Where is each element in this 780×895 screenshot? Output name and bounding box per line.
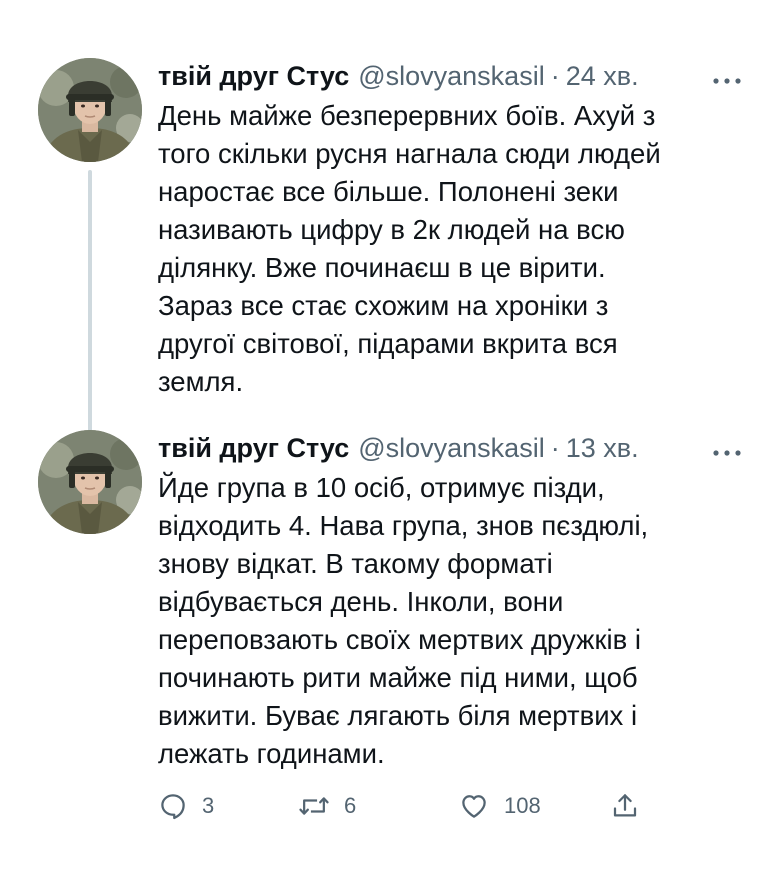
avatar-image: [38, 58, 142, 162]
tweet-text: Йде група в 10 осіб, отримує пізди, відх…: [158, 469, 748, 773]
retweet-icon: [299, 797, 329, 815]
tweet-text-line: ділянку. Вже починаєш в це вірити.: [158, 252, 606, 283]
tweet-text-line: знову відкат. В такому форматі: [158, 548, 553, 579]
tweet-text-line: називають цифру в 2к людей на всю: [158, 214, 625, 245]
tweet-text-line: починають рити майже під ними, щоб: [158, 662, 638, 693]
avatar[interactable]: [38, 430, 142, 534]
share-button[interactable]: [610, 786, 640, 826]
more-horizontal-icon[interactable]: [712, 66, 742, 90]
timestamp[interactable]: 24 хв.: [566, 61, 639, 92]
avatar-image: [38, 430, 142, 534]
retweet-button[interactable]: 6: [298, 786, 356, 826]
reply-count: 3: [202, 793, 215, 818]
tweet-text-line: переповзають своїх мертвих дружків і: [158, 624, 641, 655]
heart-icon: [462, 795, 486, 818]
tweet-text-line: земля.: [158, 366, 244, 397]
tweet-text-line: День майже безперервних боїв. Ахуй з: [158, 100, 656, 131]
tweet-text-line: Зараз все стає схожим на хроніки з: [158, 290, 609, 321]
tweet-text-line: Йде група в 10 осіб, отримує пізди,: [158, 472, 605, 503]
reply-icon: [161, 794, 185, 820]
tweet-text-line: відбувається день. Інколи, вони: [158, 586, 564, 617]
tweet-text-line: наростає все більше. Полонені зеки: [158, 176, 619, 207]
retweet-count: 6: [344, 793, 357, 818]
share-icon: [613, 794, 637, 817]
thread-connector-line: [88, 170, 92, 462]
like-button[interactable]: 108: [458, 786, 541, 826]
more-horizontal-icon[interactable]: [712, 438, 742, 462]
like-count: 108: [504, 793, 541, 818]
avatar[interactable]: [38, 58, 142, 162]
tweet-header: твій друг Стус @slovyanskasil · 13 хв.: [158, 428, 639, 468]
tweet-header: твій друг Стус @slovyanskasil · 24 хв.: [158, 56, 639, 96]
separator-dot: ·: [550, 432, 560, 463]
display-name[interactable]: твій друг Стус: [158, 433, 349, 464]
tweet-action-bar: 3 6 108: [158, 786, 718, 826]
tweet-text-line: лежать годинами.: [158, 738, 385, 769]
tweet-text-line: другої світової, підарами вкрита вся: [158, 328, 618, 359]
separator-dot: ·: [550, 60, 560, 91]
tweet-text-line: того скільки русня нагнала сюди людей: [158, 138, 661, 169]
display-name[interactable]: твій друг Стус: [158, 61, 349, 92]
tweet-text-line: вижити. Буває лягають біля мертвих і: [158, 700, 638, 731]
timestamp[interactable]: 13 хв.: [566, 433, 639, 464]
tweet-thread: твій друг Стус @slovyanskasil · 24 хв. Д…: [0, 0, 780, 895]
user-handle[interactable]: @slovyanskasil: [358, 61, 544, 92]
tweet-text-line: відходить 4. Нава група, знов пєздюлі,: [158, 510, 649, 541]
user-handle[interactable]: @slovyanskasil: [358, 433, 544, 464]
reply-button[interactable]: 3: [158, 786, 214, 826]
tweet-text: День майже безперервних боїв. Ахуй з тог…: [158, 97, 748, 401]
